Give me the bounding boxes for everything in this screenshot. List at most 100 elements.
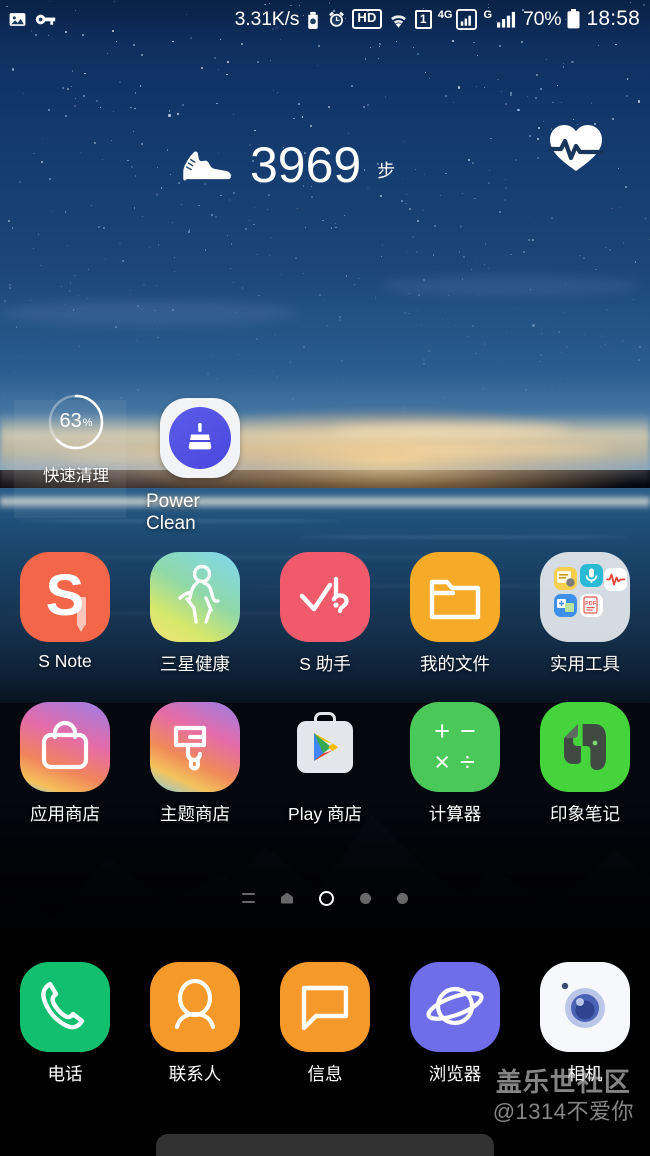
page-indicator-dot[interactable] — [397, 892, 408, 904]
evernote-icon[interactable] — [540, 702, 630, 792]
cloud-wisp — [380, 275, 640, 297]
watermark: 盖乐世社区 @1314不爱你 — [492, 1067, 634, 1125]
nav-panel[interactable] — [156, 1134, 494, 1156]
page-indicator-active[interactable] — [319, 890, 334, 906]
status-bar[interactable]: 3.31K/s HD 1 4G G 70% 18:58 — [0, 0, 650, 38]
pdf-mini-icon: PDF — [580, 594, 603, 617]
s-assistant-icon[interactable] — [280, 552, 370, 642]
sim-one-badge: 1 — [414, 9, 432, 29]
app-contacts[interactable]: 联系人 — [130, 962, 260, 1086]
app-messages[interactable]: 信息 — [260, 962, 390, 1086]
app-theme-store[interactable]: 主题商店 — [130, 702, 260, 826]
screenshot-image-icon — [8, 10, 27, 29]
app-label: 主题商店 — [160, 804, 230, 824]
app-label: 三星健康 — [160, 654, 230, 674]
power-clean-shortcut[interactable]: Power Clean — [146, 398, 254, 535]
app-evernote[interactable]: 印象笔记 — [520, 702, 650, 826]
notes-mini-icon — [554, 567, 577, 590]
home-screen: 3.31K/s HD 1 4G G 70% 18:58 3969 步 63 % … — [0, 0, 650, 1156]
app-row-2: 应用商店 主题商店 Play 商店 + − × ÷ 计算器 印象笔记 — [0, 702, 650, 826]
clean-percent-value: 63% — [59, 410, 93, 432]
app-s-assistant[interactable]: S 助手 — [260, 552, 390, 676]
network-speed: 3.31K/s — [234, 7, 300, 30]
page-indicator[interactable] — [0, 886, 650, 910]
calculator-icon[interactable]: + − × ÷ — [410, 702, 500, 792]
browser-icon[interactable] — [410, 962, 500, 1052]
messages-icon[interactable] — [280, 962, 370, 1052]
power-clean-label: Power Clean — [146, 491, 200, 534]
sea-ripple — [300, 536, 630, 538]
page-indicator-dot[interactable] — [360, 892, 371, 904]
signal-bars-sim1-icon — [456, 8, 478, 30]
samsung-health-icon[interactable] — [150, 552, 240, 642]
utilities-folder-icon[interactable]: PDF — [540, 552, 630, 642]
data-saver-icon — [305, 10, 321, 29]
app-play-store[interactable]: Play 商店 — [260, 702, 390, 826]
quick-clean-widget[interactable]: 63% 快速清理 — [22, 393, 130, 521]
theme-store-icon[interactable] — [150, 702, 240, 792]
network-type-g: G — [483, 9, 492, 21]
pen-accent — [77, 597, 86, 632]
app-samsung-health[interactable]: 三星健康 — [130, 552, 260, 676]
app-label: 印象笔记 — [550, 804, 620, 824]
hd-voice-badge: HD — [352, 9, 382, 29]
app-utilities-folder[interactable]: PDF 实用工具 — [520, 552, 650, 676]
power-clean-icon[interactable] — [160, 398, 240, 478]
app-label: 计算器 — [428, 804, 482, 824]
heart-pulse-icon[interactable] — [546, 121, 605, 178]
app-label: 联系人 — [168, 1064, 222, 1084]
camera-icon[interactable] — [540, 962, 630, 1052]
app-label: 实用工具 — [550, 654, 620, 674]
battery-icon — [567, 9, 580, 29]
app-s-note[interactable]: S S Note — [0, 552, 130, 676]
step-counter-widget[interactable]: 3969 步 — [0, 125, 650, 205]
svg-text:PDF: PDF — [585, 601, 596, 607]
app-row-1: S S Note 三星健康 S 助手 我的文件 PDF 实用工具 — [0, 552, 650, 676]
page-indicator-list-glyph[interactable] — [242, 893, 255, 903]
play-bag-shape — [297, 712, 353, 773]
app-label: 电话 — [47, 1064, 83, 1084]
clean-progress-ring: 63% — [47, 393, 105, 451]
vpn-key-icon — [35, 10, 56, 29]
step-count: 3969 — [250, 137, 362, 193]
app-calculator[interactable]: + − × ÷ 计算器 — [390, 702, 520, 826]
watermark-user: @1314不爱你 — [492, 1099, 634, 1125]
cloud-wisp — [330, 424, 570, 436]
app-galaxy-apps[interactable]: 应用商店 — [0, 702, 130, 826]
app-phone[interactable]: 电话 — [0, 962, 130, 1086]
contacts-icon[interactable] — [150, 962, 240, 1052]
app-label: 应用商店 — [30, 804, 100, 824]
app-label: 我的文件 — [420, 654, 490, 674]
app-label: Play 商店 — [288, 804, 362, 824]
navigation-bar[interactable] — [0, 1128, 650, 1156]
cloud-wisp — [0, 300, 300, 326]
translate-mini-icon — [554, 594, 577, 617]
running-shoe-icon — [178, 144, 236, 187]
s-note-icon[interactable]: S — [20, 552, 110, 642]
clock: 18:58 — [586, 7, 640, 30]
stars-layer — [0, 0, 650, 440]
phone-icon[interactable] — [20, 962, 110, 1052]
broom-icon — [169, 407, 231, 469]
voice-recorder-mini-icon — [580, 564, 603, 587]
app-label: S Note — [38, 651, 92, 671]
app-label: S 助手 — [299, 654, 351, 674]
app-label: 浏览器 — [428, 1064, 482, 1084]
page-indicator-home-glyph[interactable] — [281, 892, 293, 904]
app-my-files[interactable]: 我的文件 — [390, 552, 520, 676]
signal-bars-sim2-icon — [496, 10, 517, 29]
my-files-folder-icon[interactable] — [410, 552, 500, 642]
quick-clean-label: 快速清理 — [43, 467, 109, 485]
watermark-community: 盖乐世社区 — [495, 1067, 631, 1097]
calculator-symbols: + − × ÷ — [434, 716, 476, 777]
network-type-4g: 4G — [437, 9, 453, 21]
step-unit: 步 — [377, 161, 396, 181]
play-store-icon[interactable] — [280, 702, 370, 792]
cloud-wisp — [400, 446, 610, 455]
wifi-icon — [388, 10, 409, 29]
battery-percent: 70% — [523, 7, 562, 30]
galaxy-apps-icon[interactable] — [20, 702, 110, 792]
app-label: 信息 — [307, 1064, 343, 1084]
alarm-clock-icon — [327, 10, 346, 29]
sound-wave-mini-icon — [604, 568, 627, 591]
